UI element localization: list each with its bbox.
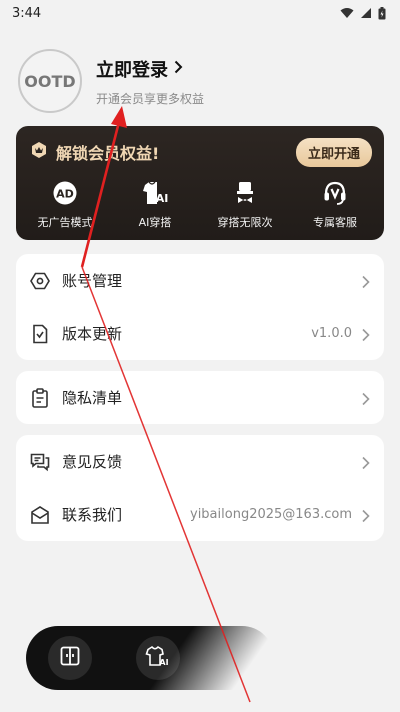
login-subtitle: 开通会员享更多权益 <box>96 91 205 106</box>
menu-group-privacy: 隐私清单 <box>16 371 384 424</box>
perk-label: 无广告模式 <box>37 216 93 229</box>
perk-label: 专属客服 <box>313 216 357 229</box>
login-row[interactable]: 立即登录 <box>96 56 204 82</box>
chevron-right-icon <box>174 59 183 78</box>
menu-item-feedback[interactable]: 意见反馈 <box>16 435 384 488</box>
svg-text:AD: AD <box>56 188 74 201</box>
status-icons <box>340 6 386 20</box>
signal-icon <box>360 7 372 19</box>
chevron-right-icon <box>362 508 370 522</box>
ad-icon: AD <box>52 180 78 206</box>
perk-ai-outfit[interactable]: AI AI穿搭 <box>113 180 197 230</box>
headset-icon <box>322 180 348 206</box>
profile-header[interactable]: OOTD 立即登录 开通会员享更多权益 <box>18 46 388 116</box>
vip-header: 解锁会员权益! 立即开通 <box>30 137 372 167</box>
wardrobe-icon <box>59 645 81 671</box>
vip-title: 解锁会员权益! <box>56 144 160 163</box>
menu-item-label: 联系我们 <box>62 506 123 524</box>
perk-label: 穿搭无限次 <box>217 216 273 229</box>
menu-item-label: 隐私清单 <box>62 389 123 407</box>
chevron-right-icon <box>362 391 370 405</box>
profile-text[interactable]: 立即登录 开通会员享更多权益 <box>96 56 204 107</box>
svg-text:AI: AI <box>156 192 169 205</box>
perk-support[interactable]: 专属客服 <box>293 180 377 230</box>
hexagon-settings-icon <box>30 271 50 291</box>
hat-icon <box>232 180 258 206</box>
crown-badge-icon <box>30 141 48 163</box>
chevron-right-icon <box>362 327 370 341</box>
contact-email[interactable]: yibailong2025@163.com <box>190 507 352 522</box>
clipboard-icon <box>30 387 50 408</box>
battery-icon <box>378 6 386 20</box>
chat-bubbles-icon <box>30 452 50 472</box>
menu-item-version[interactable]: 版本更新 v1.0.0 <box>16 307 384 360</box>
wifi-icon <box>340 7 354 19</box>
menu-item-contact[interactable]: 联系我们 yibailong2025@163.com <box>16 488 384 541</box>
avatar[interactable]: OOTD <box>18 49 82 113</box>
perk-unlimited[interactable]: 穿搭无限次 <box>203 180 287 230</box>
menu-group-account: 账号管理 版本更新 v1.0.0 <box>16 254 384 360</box>
update-document-icon <box>30 324 50 344</box>
vip-title-wrap: 解锁会员权益! <box>30 140 159 164</box>
mail-icon <box>30 505 50 525</box>
open-vip-button[interactable]: 立即开通 <box>295 137 372 167</box>
vip-card[interactable]: 解锁会员权益! 立即开通 AD 无广告模式 AI AI穿搭 穿搭无限次 专属客服 <box>16 126 384 240</box>
vip-perks: AD 无广告模式 AI AI穿搭 穿搭无限次 专属客服 <box>16 180 384 230</box>
ai-shirt-icon: AI <box>141 180 169 206</box>
menu-item-label: 意见反馈 <box>62 453 123 471</box>
perk-no-ads[interactable]: AD 无广告模式 <box>23 180 107 230</box>
perk-label: AI穿搭 <box>138 216 172 229</box>
menu-item-label: 账号管理 <box>62 272 123 290</box>
chevron-right-icon <box>362 455 370 469</box>
menu-item-account[interactable]: 账号管理 <box>16 254 384 307</box>
chevron-right-icon <box>362 274 370 288</box>
menu-item-privacy[interactable]: 隐私清单 <box>16 371 384 424</box>
avatar-text: OOTD <box>24 71 76 91</box>
version-value: v1.0.0 <box>311 326 352 341</box>
menu-group-support: 意见反馈 联系我们 yibailong2025@163.com <box>16 435 384 541</box>
status-time: 3:44 <box>12 5 42 21</box>
login-title[interactable]: 立即登录 <box>96 56 168 82</box>
status-bar: 3:44 <box>0 0 400 26</box>
menu-item-label: 版本更新 <box>62 325 123 343</box>
nav-wardrobe-button[interactable] <box>48 636 92 680</box>
